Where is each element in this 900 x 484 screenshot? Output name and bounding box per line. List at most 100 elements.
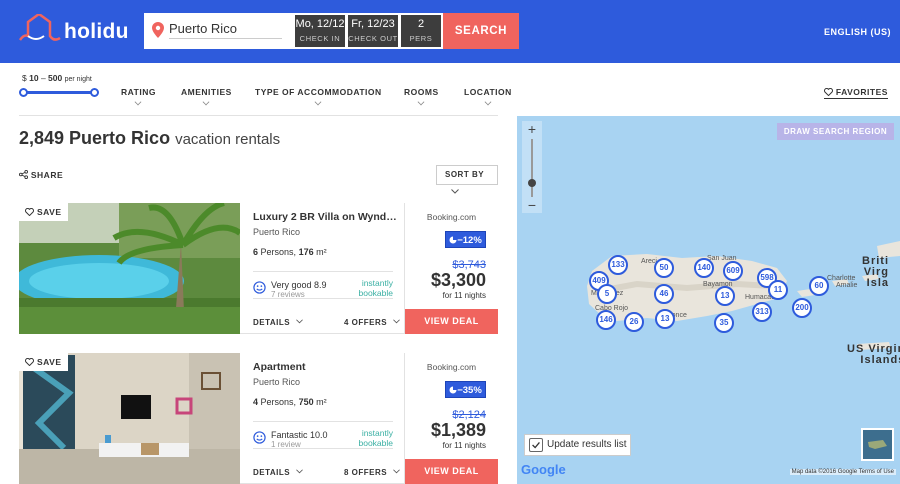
- deal-panel: Booking.com −12% $3,743 $3,300 for 11 ni…: [405, 203, 498, 334]
- listing-specs: 6 Persons, 176 m²: [253, 247, 327, 257]
- details-label: DETAILS: [253, 468, 291, 477]
- brand-name[interactable]: holidu: [64, 20, 129, 44]
- listing-title[interactable]: Luxury 2 BR Villa on Wyndham...: [253, 211, 398, 223]
- stay-length: for 11 nights: [442, 441, 486, 450]
- smiley-icon: [253, 281, 266, 294]
- rating-text: Very good 8.9: [271, 280, 327, 290]
- map-land: [587, 241, 900, 350]
- chevron-down-icon: [392, 469, 400, 474]
- listing-card[interactable]: SAVE Apartment Puerto Rico 4 Persons, 75…: [19, 353, 498, 484]
- persons-field[interactable]: 2 PERS: [399, 13, 443, 49]
- listing-location: Puerto Rico: [253, 377, 301, 387]
- destination-search[interactable]: Puerto Rico: [144, 13, 294, 49]
- map-cluster[interactable]: 5: [597, 284, 617, 304]
- view-deal-button[interactable]: VIEW DEAL: [405, 459, 498, 484]
- map-cluster[interactable]: 26: [624, 312, 644, 332]
- filter-location[interactable]: LOCATION: [464, 87, 512, 106]
- map-cluster[interactable]: 140: [694, 258, 714, 278]
- sort-dropdown[interactable]: SORT BY: [436, 165, 498, 194]
- results-map[interactable]: Areci San Juan Bayamon Humacao Mayagüez …: [517, 116, 900, 484]
- filter-accommodation-type[interactable]: TYPE OF ACCOMMODATION: [255, 87, 382, 106]
- zoom-control[interactable]: + −: [522, 121, 542, 213]
- listing-info: Apartment Puerto Rico 4 Persons, 750 m² …: [240, 353, 405, 484]
- filter-label: RATING: [121, 87, 156, 97]
- chevron-down-icon: [296, 469, 303, 474]
- persons-value: 2: [417, 18, 425, 30]
- slider-max-handle[interactable]: [90, 88, 99, 97]
- chevron-down-icon: [296, 319, 303, 324]
- filter-rooms[interactable]: ROOMS: [404, 87, 439, 106]
- divider: [19, 115, 498, 116]
- check-in-field[interactable]: Mo, 12/12 CHECK IN: [293, 13, 347, 49]
- price-unit: per night: [64, 76, 92, 83]
- rating-box: Fantastic 10.0 1 review instantly bookab…: [253, 421, 393, 449]
- deal-panel: Booking.com −35% $2,124 $1,389 for 11 ni…: [405, 353, 498, 484]
- share-label: SHARE: [30, 170, 64, 180]
- listing-persons-label: Persons,: [260, 397, 297, 407]
- view-deal-button[interactable]: VIEW DEAL: [405, 309, 498, 334]
- map-cluster[interactable]: 50: [654, 258, 674, 278]
- update-results-toggle[interactable]: Update results list: [524, 434, 631, 456]
- place-label: US Virgin Islands: [847, 343, 900, 366]
- save-button[interactable]: SAVE: [19, 353, 68, 371]
- price-max: 500: [48, 73, 63, 83]
- draw-search-region-button[interactable]: DRAW SEARCH REGION: [777, 123, 894, 140]
- google-logo: Google: [521, 462, 566, 477]
- price-min: 10: [29, 73, 39, 83]
- map-cluster[interactable]: 313: [752, 302, 772, 322]
- results-suffix: vacation rentals: [175, 131, 281, 148]
- discount-value: −12%: [457, 235, 482, 246]
- map-cluster[interactable]: 200: [792, 298, 812, 318]
- destination-input[interactable]: Puerto Rico: [169, 21, 237, 36]
- listing-persons: 4: [253, 397, 259, 407]
- map-attribution[interactable]: Map data ©2016 Google Terms of Use: [789, 469, 896, 475]
- map-cluster[interactable]: 609: [723, 261, 743, 281]
- smiley-icon: [253, 431, 266, 444]
- map-cluster[interactable]: 46: [654, 284, 674, 304]
- persons-label: PERS: [409, 34, 433, 43]
- zoom-handle[interactable]: [528, 179, 536, 187]
- language-selector[interactable]: ENGLISH (US): [824, 27, 891, 37]
- satellite-view-toggle[interactable]: [861, 428, 894, 461]
- map-cluster[interactable]: 13: [715, 286, 735, 306]
- listing-photo[interactable]: [19, 353, 240, 484]
- map-cluster[interactable]: 146: [596, 310, 616, 330]
- offers-toggle[interactable]: 4 OFFERS: [344, 318, 400, 327]
- search-button[interactable]: SEARCH: [443, 13, 519, 49]
- check-out-field[interactable]: Fr, 12/23 CHECK OUT: [346, 13, 400, 49]
- filter-rating[interactable]: RATING: [121, 87, 156, 106]
- map-cluster[interactable]: 60: [809, 276, 829, 296]
- listing-title[interactable]: Apartment: [253, 361, 398, 373]
- details-toggle[interactable]: DETAILS: [253, 318, 303, 327]
- filter-amenities[interactable]: AMENITIES: [181, 87, 232, 106]
- listing-persons-label: Persons,: [260, 247, 297, 257]
- zoom-out-icon[interactable]: −: [522, 197, 542, 213]
- discount-badge: −35%: [445, 381, 486, 398]
- map-cluster[interactable]: 11: [768, 280, 788, 300]
- details-toggle[interactable]: DETAILS: [253, 468, 303, 477]
- offers-toggle[interactable]: 8 OFFERS: [344, 468, 400, 477]
- save-label: SAVE: [37, 357, 62, 367]
- chevron-down-icon: [484, 98, 492, 106]
- favorites-link[interactable]: FAVORITES: [824, 87, 888, 99]
- zoom-in-icon[interactable]: +: [522, 121, 542, 137]
- listing-persons: 6: [253, 247, 259, 257]
- price-slider[interactable]: [19, 88, 99, 97]
- map-cluster[interactable]: 13: [655, 309, 675, 329]
- slider-min-handle[interactable]: [19, 88, 28, 97]
- listing-info: Luxury 2 BR Villa on Wyndham... Puerto R…: [240, 203, 405, 334]
- map-cluster[interactable]: 133: [608, 255, 628, 275]
- listing-photo[interactable]: [19, 203, 240, 334]
- save-button[interactable]: SAVE: [19, 203, 68, 221]
- checkbox-icon[interactable]: [529, 438, 543, 452]
- results-count: 2,849 Puerto Rico: [19, 128, 171, 148]
- offers-label: 8 OFFERS: [344, 468, 388, 477]
- share-button[interactable]: SHARE: [19, 170, 63, 180]
- listing-card[interactable]: SAVE Luxury 2 BR Villa on Wyndham... Pue…: [19, 203, 498, 334]
- chevron-down-icon: [314, 98, 322, 106]
- listing-area-unit: m²: [316, 247, 327, 257]
- heart-icon: [824, 87, 833, 97]
- save-label: SAVE: [37, 207, 62, 217]
- map-cluster[interactable]: 35: [714, 313, 734, 333]
- listing-specs: 4 Persons, 750 m²: [253, 397, 327, 407]
